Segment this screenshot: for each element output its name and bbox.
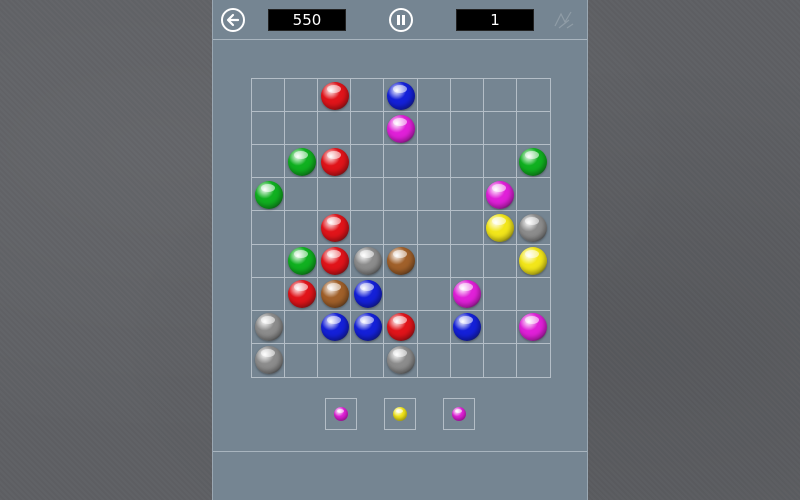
board-cell[interactable]: [483, 277, 517, 311]
board-cell[interactable]: [384, 145, 418, 179]
board-cell[interactable]: [252, 79, 286, 113]
board-cell[interactable]: [516, 112, 550, 146]
board-cell[interactable]: [285, 178, 319, 212]
ball-green[interactable]: [287, 247, 316, 276]
board-cell[interactable]: [285, 112, 319, 146]
sketch-figure-icon: [551, 8, 577, 32]
board-cell[interactable]: [384, 178, 418, 212]
level-display: 1: [456, 9, 534, 31]
board-cell[interactable]: [417, 112, 451, 146]
board-cell[interactable]: [417, 145, 451, 179]
ball-red[interactable]: [320, 247, 349, 276]
ball-blue[interactable]: [387, 81, 415, 110]
board-cell[interactable]: [252, 211, 286, 245]
next-ball-slot: [325, 398, 357, 430]
board-cell[interactable]: [351, 211, 385, 245]
board-cell[interactable]: [351, 178, 385, 212]
board-cell[interactable]: [483, 79, 517, 113]
board-cell[interactable]: [417, 178, 451, 212]
board-cell[interactable]: [252, 112, 286, 146]
board-cell[interactable]: [516, 79, 550, 113]
ball-gray[interactable]: [353, 247, 382, 276]
board-cell[interactable]: [318, 112, 352, 146]
board-cell[interactable]: [351, 145, 385, 179]
board-cell[interactable]: [484, 343, 517, 377]
board-cell[interactable]: [285, 211, 319, 245]
ball-gray[interactable]: [254, 313, 283, 342]
board-cell[interactable]: [384, 211, 418, 245]
board-cell[interactable]: [483, 145, 517, 179]
board-cell[interactable]: [417, 310, 451, 344]
board-cell[interactable]: [483, 244, 517, 278]
ball-green[interactable]: [287, 147, 316, 176]
board-cell[interactable]: [517, 344, 550, 377]
next-ball-yellow: [393, 407, 407, 421]
ball-red[interactable]: [320, 147, 349, 176]
board-cell[interactable]: [450, 112, 484, 146]
game-board[interactable]: [251, 78, 551, 378]
board-cell[interactable]: [285, 310, 319, 344]
ball-blue[interactable]: [353, 280, 382, 309]
ball-green[interactable]: [254, 180, 283, 209]
board-cell[interactable]: [418, 343, 451, 377]
board-cell[interactable]: [483, 112, 517, 146]
board-cell[interactable]: [384, 277, 418, 311]
board-cell[interactable]: [417, 211, 451, 245]
board-cell[interactable]: [351, 112, 385, 146]
ball-brown[interactable]: [320, 280, 349, 309]
next-ball-slot: [443, 398, 475, 430]
board-cell[interactable]: [285, 79, 319, 113]
board-cell[interactable]: [252, 277, 286, 311]
board-cell[interactable]: [417, 79, 451, 113]
top-bar: 550 1: [213, 0, 587, 40]
board-cell[interactable]: [450, 145, 484, 179]
arrow-left-icon: [226, 13, 240, 27]
next-ball-slot: [384, 398, 416, 430]
ball-red[interactable]: [320, 81, 349, 110]
game-panel: 550 1: [212, 0, 588, 500]
board-cell[interactable]: [516, 178, 550, 212]
board-cell[interactable]: [285, 343, 319, 377]
score-display: 550: [268, 9, 346, 31]
board-cell[interactable]: [516, 278, 550, 311]
pause-icon: [397, 15, 405, 25]
board-cell[interactable]: [417, 277, 451, 311]
board-cell[interactable]: [451, 343, 484, 377]
board-cell[interactable]: [252, 244, 286, 278]
board-cell[interactable]: [318, 343, 352, 377]
next-ball-magenta: [334, 407, 348, 421]
ball-red[interactable]: [287, 280, 316, 309]
ball-brown[interactable]: [387, 247, 415, 276]
bottom-bar: [213, 451, 587, 500]
board-cell[interactable]: [450, 244, 484, 278]
board-cell[interactable]: [450, 79, 484, 113]
board-cell[interactable]: [450, 211, 484, 245]
board-cell[interactable]: [450, 178, 484, 212]
board-cell[interactable]: [318, 178, 352, 212]
board-cell[interactable]: [417, 244, 451, 278]
ball-red[interactable]: [320, 214, 349, 242]
ball-gray[interactable]: [254, 346, 283, 375]
board-cell[interactable]: [351, 79, 385, 113]
next-ball-magenta: [452, 407, 466, 421]
ball-magenta[interactable]: [387, 114, 415, 143]
board-cell[interactable]: [351, 343, 385, 377]
board-cell[interactable]: [483, 310, 517, 344]
board-cell[interactable]: [252, 145, 286, 179]
back-button[interactable]: [221, 8, 245, 32]
ball-blue[interactable]: [320, 313, 349, 342]
pause-button[interactable]: [389, 8, 413, 32]
